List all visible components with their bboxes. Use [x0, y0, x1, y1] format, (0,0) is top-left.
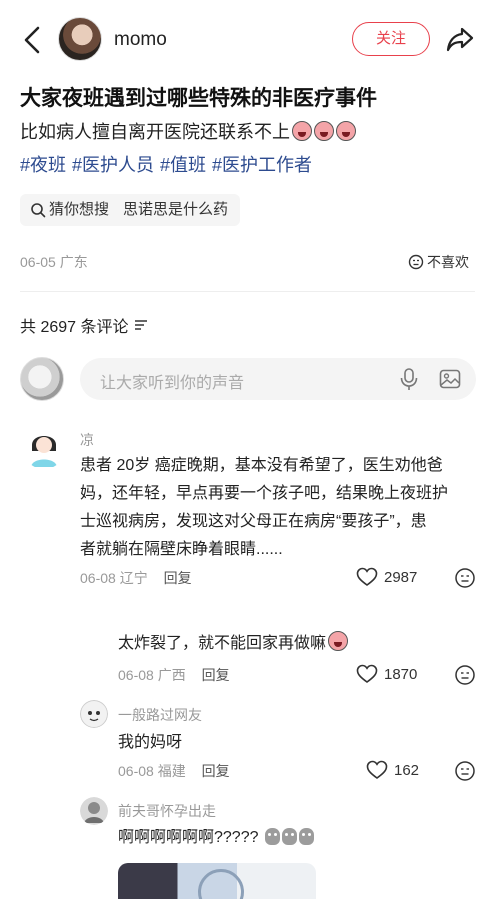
cartoon-girl-icon	[22, 425, 66, 469]
reply-text: 我的妈呀	[118, 734, 183, 751]
reply-location: 广西	[157, 667, 186, 683]
reply-location: 福建	[157, 763, 186, 779]
guess-label: 猜你想搜	[49, 201, 110, 218]
comment-date: 06-08	[80, 570, 116, 586]
post-location: 广东	[59, 254, 88, 270]
dislike-button[interactable]: 不喜欢	[408, 252, 469, 272]
guess-query: 思诺思是什么药	[123, 201, 229, 218]
top-bar: momo 关注	[0, 0, 495, 78]
follow-button[interactable]: 关注	[352, 22, 430, 56]
reply-button[interactable]: 回复	[202, 763, 230, 779]
crying-emoji-icon	[314, 121, 334, 141]
reply-date: 06-08	[118, 763, 154, 779]
crying-emoji-icon	[328, 631, 349, 651]
reply-text: 太炸裂了，就不能回家再做嘛	[118, 630, 349, 658]
sad-emoji-icon	[264, 828, 280, 845]
comment-count: 共 2697 条评论	[20, 313, 149, 337]
microphone-icon[interactable]	[398, 367, 420, 391]
image-icon[interactable]	[438, 367, 462, 391]
commenter-name[interactable]: 前夫哥怀孕出走	[118, 801, 216, 821]
like-count: 1870	[384, 665, 418, 683]
commenter-avatar[interactable]	[22, 425, 66, 469]
reply-button[interactable]: 回复	[202, 667, 230, 683]
reply-meta: 06-08 广西 回复	[118, 665, 230, 685]
like-button[interactable]: 162	[366, 760, 419, 780]
divider	[20, 291, 475, 292]
like-count: 162	[394, 761, 420, 779]
more-face-icon[interactable]	[454, 567, 476, 589]
reply-meta: 06-08 福建 回复	[118, 761, 230, 781]
comment-meta: 06-08 辽宁 回复	[80, 568, 192, 588]
comment-input[interactable]: 让大家听到你的声音	[80, 358, 476, 400]
dislike-label: 不喜欢	[427, 254, 469, 270]
comment-text: 患者 20岁 癌症晚期，基本没有希望了，医生劝他爸 妈，还年轻，早点再要一个孩子…	[80, 452, 448, 564]
comment-count-label: 共 2697 条评论	[20, 319, 129, 336]
sort-icon[interactable]	[133, 318, 149, 332]
commenter-name[interactable]: 一般路过网友	[118, 705, 202, 725]
sad-emoji-icon	[281, 828, 297, 845]
back-arrow-icon[interactable]	[18, 24, 46, 56]
more-face-icon[interactable]	[454, 760, 476, 782]
reply-text-content: 啊啊啊啊啊啊?????	[118, 829, 259, 846]
crying-emoji-icon	[292, 121, 312, 141]
tag-link[interactable]: #值班	[160, 155, 206, 175]
post-title: 大家夜班遇到过哪些特殊的非医疗事件	[20, 87, 377, 110]
heart-icon	[366, 760, 388, 779]
crying-emoji-icon	[336, 121, 356, 141]
share-icon[interactable]	[445, 24, 475, 54]
post-description: 比如病人擅自离开医院还联系不上	[20, 118, 356, 144]
commenter-name[interactable]: 凉	[80, 430, 94, 450]
guess-search-chip[interactable]: 猜你想搜 思诺思是什么药	[20, 194, 241, 226]
post-description-text: 比如病人擅自离开医院还联系不上	[20, 122, 290, 142]
avatar-photo-icon	[80, 797, 108, 825]
ghost-avatar-icon	[80, 700, 108, 728]
comment-input-placeholder: 让大家听到你的声音	[100, 375, 245, 392]
like-button[interactable]: 1870	[356, 664, 417, 684]
my-avatar	[20, 357, 64, 401]
reply-date: 06-08	[118, 667, 154, 683]
sad-emoji-icon	[298, 828, 314, 845]
reply-image[interactable]	[118, 863, 316, 899]
more-face-icon[interactable]	[454, 664, 476, 686]
post-date: 06-05	[20, 254, 56, 270]
tag-link[interactable]: #夜班	[20, 155, 66, 175]
author-avatar[interactable]	[58, 17, 102, 61]
commenter-avatar[interactable]	[80, 797, 108, 825]
tag-link[interactable]: #医护人员	[72, 155, 154, 175]
reply-text: 啊啊啊啊啊啊?????	[118, 824, 314, 852]
tag-link[interactable]: #医护工作者	[212, 155, 312, 175]
author-username[interactable]: momo	[114, 29, 167, 51]
comment-text-line: 患者 20岁 癌症晚期，基本没有希望了，医生劝他爸	[80, 457, 443, 474]
dislike-face-icon	[408, 254, 424, 270]
heart-icon	[356, 567, 378, 586]
like-count: 2987	[384, 568, 418, 586]
comment-location: 辽宁	[119, 570, 148, 586]
post-tags: #夜班 #医护人员 #值班 #医护工作者	[20, 151, 318, 177]
comment-text-line: 者就躺在隔壁床睁着眼睛......	[80, 541, 283, 558]
search-icon	[31, 203, 46, 218]
commenter-avatar[interactable]	[80, 700, 108, 728]
reply-text-content: 太炸裂了，就不能回家再做嘛	[118, 635, 327, 652]
post-meta: 06-05 广东	[20, 252, 88, 272]
like-button[interactable]: 2987	[356, 567, 417, 587]
comment-text-line: 妈，还年轻，早点再要一个孩子吧，结果晚上夜班护	[80, 485, 449, 502]
comment-text-line: 士巡视病房，发现这对父母正在病房“要孩子”，患	[80, 513, 427, 530]
reply-button[interactable]: 回复	[164, 570, 192, 586]
heart-icon	[356, 664, 378, 683]
